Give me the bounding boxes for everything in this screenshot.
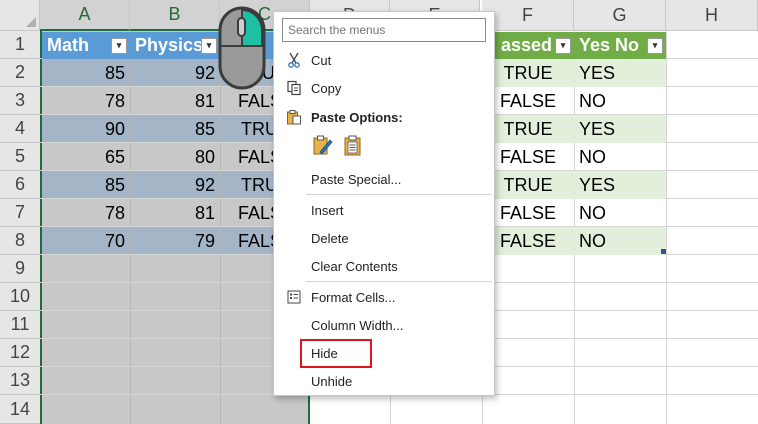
- row-header-13[interactable]: 13: [0, 367, 40, 395]
- row-header-7[interactable]: 7: [0, 199, 40, 227]
- cell-g3[interactable]: NO: [574, 87, 666, 115]
- filter-dropdown-icon[interactable]: ▾: [201, 37, 217, 54]
- menu-search-input[interactable]: [288, 20, 478, 40]
- column-header-f[interactable]: F: [482, 0, 574, 31]
- cell-b6[interactable]: 92: [130, 171, 220, 199]
- menu-item-cut-label: Cut: [311, 52, 332, 68]
- header-passed-label: assed: [500, 35, 552, 55]
- cell-a5[interactable]: 65: [42, 143, 130, 171]
- column-header-a[interactable]: A: [40, 0, 130, 31]
- menu-item-copy[interactable]: Copy: [274, 74, 494, 102]
- row-header-2[interactable]: 2: [0, 59, 40, 87]
- cell-b2[interactable]: 92: [130, 59, 220, 87]
- menu-item-format-cells-label: Format Cells...: [311, 289, 396, 305]
- paste-format-icon: [312, 134, 334, 161]
- menu-item-delete[interactable]: Delete: [274, 224, 494, 252]
- header-math[interactable]: Math ▾: [42, 32, 130, 59]
- menu-item-column-width[interactable]: Column Width...: [274, 311, 494, 339]
- row-header-3[interactable]: 3: [0, 87, 40, 115]
- cell-g7[interactable]: NO: [574, 199, 666, 227]
- menu-item-unhide-label: Unhide: [311, 373, 353, 389]
- cell-b4[interactable]: 85: [130, 115, 220, 143]
- select-all-corner[interactable]: [0, 0, 40, 31]
- cell-g8[interactable]: NO: [574, 227, 666, 255]
- menu-item-insert-label: Insert: [311, 202, 344, 218]
- table-resize-handle[interactable]: [661, 249, 666, 254]
- hide-highlight-box: [300, 339, 372, 368]
- menu-item-paste-special[interactable]: Paste Special...: [274, 165, 494, 193]
- header-physics-label: Physics: [135, 35, 204, 55]
- cell-a8[interactable]: 70: [42, 227, 130, 255]
- cell-a4[interactable]: 90: [42, 115, 130, 143]
- cell-f3[interactable]: FALSE: [482, 87, 574, 115]
- cell-g4[interactable]: YES: [574, 115, 666, 143]
- cell-f4[interactable]: TRUE: [482, 115, 574, 143]
- menu-search-box[interactable]: [282, 18, 486, 42]
- header-yes-no-label: Yes No: [579, 35, 640, 55]
- row-header-11[interactable]: 11: [0, 311, 40, 339]
- row-header-1[interactable]: 1: [0, 31, 40, 59]
- header-yes-no[interactable]: Yes No ▾: [574, 32, 666, 59]
- filter-dropdown-icon[interactable]: ▾: [647, 37, 663, 54]
- column-header-h[interactable]: H: [666, 0, 758, 31]
- paste-icon: [285, 108, 303, 126]
- cell-f5[interactable]: FALSE: [482, 143, 574, 171]
- mouse-icon: [218, 6, 266, 90]
- column-header-g[interactable]: G: [574, 0, 666, 31]
- context-menu: Cut Copy Paste Options: Paste Special...…: [273, 11, 495, 396]
- cell-a7[interactable]: 78: [42, 199, 130, 227]
- format-cells-icon: [285, 288, 303, 306]
- cell-b7[interactable]: 81: [130, 199, 220, 227]
- row-header-8[interactable]: 8: [0, 227, 40, 255]
- menu-item-unhide[interactable]: Unhide: [274, 367, 494, 395]
- row-header-5[interactable]: 5: [0, 143, 40, 171]
- menu-item-paste-special-label: Paste Special...: [311, 171, 402, 187]
- row-header-9[interactable]: 9: [0, 255, 40, 283]
- cell-f6[interactable]: TRUE: [482, 171, 574, 199]
- menu-item-insert[interactable]: Insert: [274, 196, 494, 224]
- header-math-label: Math: [47, 35, 89, 55]
- cell-a2[interactable]: 85: [42, 59, 130, 87]
- cell-f7[interactable]: FALSE: [482, 199, 574, 227]
- cell-b8[interactable]: 79: [130, 227, 220, 255]
- row-header-6[interactable]: 6: [0, 171, 40, 199]
- paste-options-label: Paste Options:: [311, 109, 403, 125]
- cell-g5[interactable]: NO: [574, 143, 666, 171]
- copy-icon: [285, 79, 303, 97]
- scissors-icon: [285, 51, 303, 69]
- menu-item-format-cells[interactable]: Format Cells...: [274, 283, 494, 311]
- filter-dropdown-icon[interactable]: ▾: [111, 37, 127, 54]
- row-header-14[interactable]: 14: [0, 395, 40, 424]
- menu-item-column-width-label: Column Width...: [311, 317, 404, 333]
- menu-item-clear-contents-label: Clear Contents: [311, 258, 398, 274]
- menu-item-cut[interactable]: Cut: [274, 46, 494, 74]
- cell-f2[interactable]: TRUE: [482, 59, 574, 87]
- paste-format-button[interactable]: [310, 134, 336, 160]
- row-header-12[interactable]: 12: [0, 339, 40, 367]
- cell-b5[interactable]: 80: [130, 143, 220, 171]
- menu-item-copy-label: Copy: [311, 80, 342, 96]
- cell-a6[interactable]: 85: [42, 171, 130, 199]
- cell-g6[interactable]: YES: [574, 171, 666, 199]
- menu-item-delete-label: Delete: [311, 230, 349, 246]
- column-header-b[interactable]: B: [130, 0, 220, 31]
- cell-b3[interactable]: 81: [130, 87, 220, 115]
- cell-f8[interactable]: FALSE: [482, 227, 574, 255]
- header-physics[interactable]: Physics ▾: [130, 32, 220, 59]
- filter-dropdown-icon[interactable]: ▾: [555, 37, 571, 54]
- header-passed[interactable]: assed ▾: [495, 32, 574, 59]
- paste-values-icon: [342, 134, 364, 161]
- row-header-10[interactable]: 10: [0, 283, 40, 311]
- menu-item-clear-contents[interactable]: Clear Contents: [274, 252, 494, 280]
- paste-values-button[interactable]: [340, 134, 366, 160]
- menu-item-paste-options: Paste Options:: [274, 103, 494, 131]
- row-header-4[interactable]: 4: [0, 115, 40, 143]
- cell-g2[interactable]: YES: [574, 59, 666, 87]
- cell-a3[interactable]: 78: [42, 87, 130, 115]
